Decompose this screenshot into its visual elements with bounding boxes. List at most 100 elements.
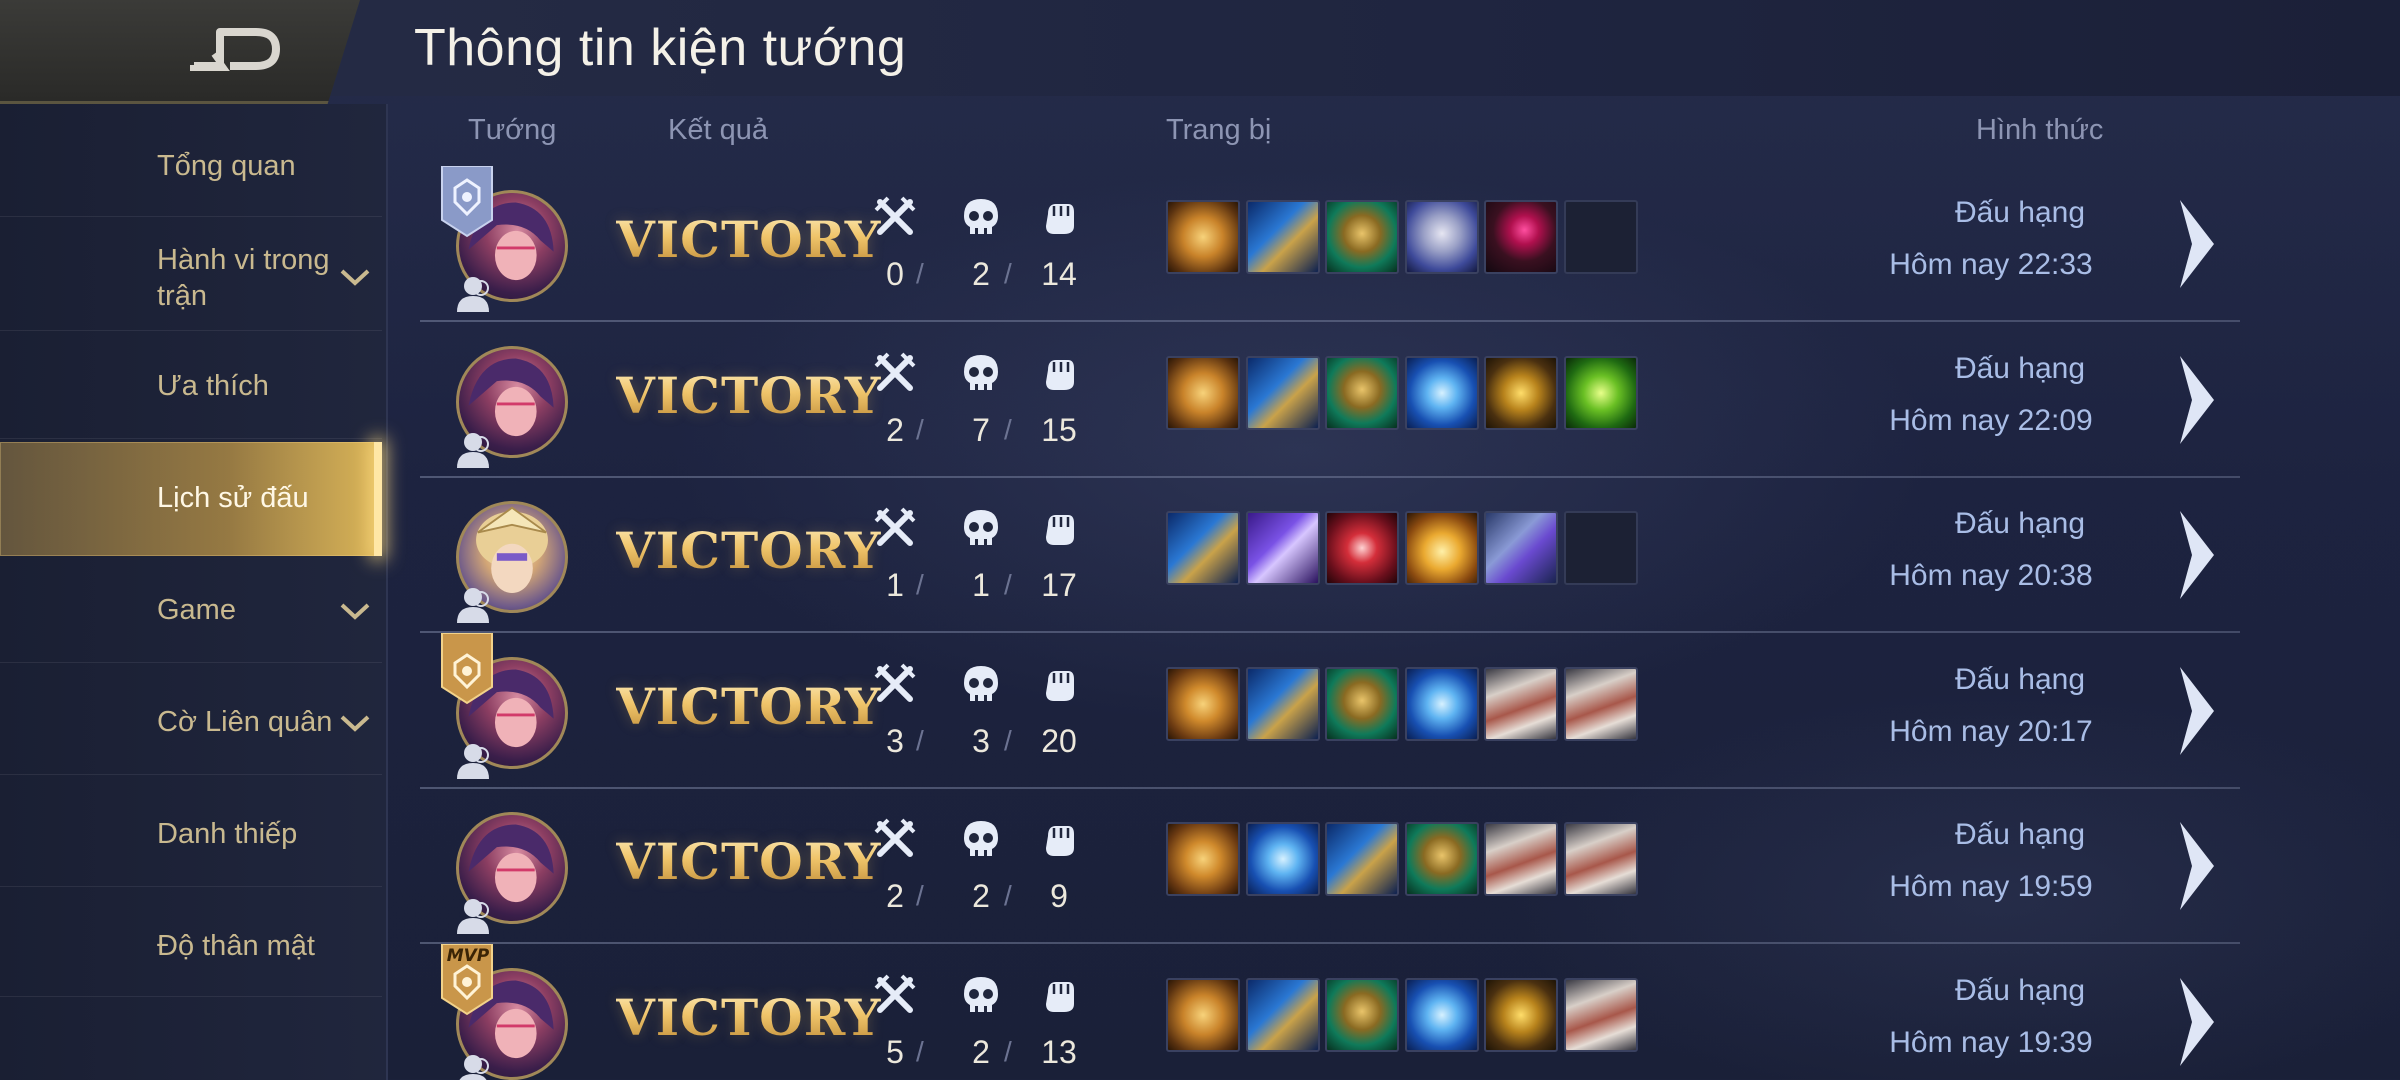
frost-orb-icon[interactable] bbox=[1405, 978, 1479, 1052]
blue-boots-icon[interactable] bbox=[1325, 822, 1399, 896]
column-header-mode: Hình thức bbox=[1976, 114, 2104, 146]
sidebar-divider bbox=[0, 996, 382, 997]
match-result: VICTORY bbox=[616, 988, 882, 1047]
kills-swords-icon bbox=[874, 663, 916, 702]
blue-boots-icon[interactable] bbox=[1246, 978, 1320, 1052]
deaths-skull-icon bbox=[964, 666, 998, 701]
chevron-right-icon[interactable] bbox=[2174, 196, 2218, 292]
assists-value: 15 bbox=[1041, 412, 1077, 448]
deaths-value: 2 bbox=[972, 878, 990, 914]
green-gauntlet-icon[interactable] bbox=[1325, 356, 1399, 430]
assists-fist-icon bbox=[1046, 982, 1074, 1012]
scroll-box-icon[interactable] bbox=[1564, 822, 1638, 896]
silver-armor-icon[interactable] bbox=[1405, 200, 1479, 274]
back-button[interactable] bbox=[0, 0, 360, 104]
party-member-icon bbox=[459, 1055, 489, 1080]
deaths-skull-icon bbox=[964, 355, 998, 390]
match-time: Hôm nay 20:38 bbox=[1889, 559, 2093, 592]
scroll-box-icon[interactable] bbox=[1564, 978, 1638, 1052]
match-row[interactable]: MVP VICTORY 5 / 2 / 13 Đấu hạng Hôm nay … bbox=[420, 944, 2240, 1080]
assists-value: 9 bbox=[1050, 878, 1068, 914]
green-gauntlet-icon[interactable] bbox=[1325, 978, 1399, 1052]
assists-value: 17 bbox=[1041, 567, 1077, 603]
match-row[interactable]: VICTORY 3 / 3 / 20 Đấu hạng Hôm nay 20:1… bbox=[420, 633, 2240, 789]
back-arrow-icon bbox=[190, 28, 280, 71]
blue-boots-icon[interactable] bbox=[1166, 511, 1240, 585]
match-mode: Đấu hạng bbox=[1954, 818, 2086, 851]
blue-boots-icon[interactable] bbox=[1246, 667, 1320, 741]
green-gauntlet-icon[interactable] bbox=[1325, 200, 1399, 274]
blue-boots-icon[interactable] bbox=[1246, 200, 1320, 274]
sidebar-divider bbox=[0, 330, 382, 331]
sidebar-item-game[interactable]: Game bbox=[0, 576, 382, 644]
column-header-result: Kết quả bbox=[668, 114, 768, 146]
ruby-ring-icon[interactable] bbox=[1484, 200, 1558, 274]
kda-separator: / bbox=[916, 569, 924, 600]
sidebar-item-intimacy[interactable]: Độ thân mật bbox=[0, 912, 382, 980]
gold-rune-shield-icon[interactable] bbox=[1166, 356, 1240, 430]
scroll-box-icon[interactable] bbox=[1484, 822, 1558, 896]
assists-fist-icon bbox=[1046, 826, 1074, 856]
deaths-value: 2 bbox=[972, 1034, 990, 1070]
scroll-box-icon[interactable] bbox=[1564, 667, 1638, 741]
sidebar-item-namecard[interactable]: Danh thiếp bbox=[0, 800, 382, 868]
match-mode: Đấu hạng bbox=[1954, 507, 2086, 540]
deaths-value: 1 bbox=[972, 567, 990, 603]
gold-eye-shield-icon[interactable] bbox=[1166, 667, 1240, 741]
green-bow-icon[interactable] bbox=[1564, 356, 1638, 430]
gold-crown-icon[interactable] bbox=[1405, 511, 1479, 585]
sidebar-item-chess[interactable]: Cờ Liên quân bbox=[0, 688, 382, 756]
match-row[interactable]: VICTORY 2 / 7 / 15 Đấu hạng Hôm nay 22:0… bbox=[420, 322, 2240, 478]
sidebar-item-overview[interactable]: Tổng quan bbox=[0, 132, 382, 200]
match-row[interactable]: VICTORY 0 / 2 / 14 Đấu hạng Hôm nay 22:3… bbox=[420, 166, 2240, 322]
kda-separator: / bbox=[916, 258, 924, 289]
purple-tome-icon[interactable] bbox=[1246, 511, 1320, 585]
match-mode: Đấu hạng bbox=[1954, 663, 2086, 696]
gold-rune-shield-icon[interactable] bbox=[1166, 200, 1240, 274]
rank-badge-icon bbox=[441, 166, 493, 238]
deaths-value: 7 bbox=[972, 412, 990, 448]
green-gauntlet-icon[interactable] bbox=[1405, 822, 1479, 896]
match-mode: Đấu hạng bbox=[1954, 352, 2086, 385]
chevron-right-icon[interactable] bbox=[2174, 663, 2218, 759]
match-time: Hôm nay 22:09 bbox=[1889, 404, 2093, 437]
sidebar-item-label: Lịch sử đấu bbox=[157, 482, 309, 514]
sidebar-item-favorites[interactable]: Ưa thích bbox=[0, 352, 382, 420]
column-header-hero: Tướng bbox=[468, 114, 557, 146]
crimson-wand-icon[interactable] bbox=[1325, 511, 1399, 585]
chevron-right-icon[interactable] bbox=[2174, 507, 2218, 603]
kda-separator: / bbox=[916, 880, 924, 911]
match-row[interactable]: VICTORY 2 / 2 / 9 Đấu hạng Hôm nay 19:59 bbox=[420, 788, 2240, 944]
chevron-right-icon[interactable] bbox=[2174, 352, 2218, 448]
kda-separator: / bbox=[1004, 1036, 1012, 1067]
chevron-right-icon[interactable] bbox=[2174, 818, 2218, 914]
deaths-skull-icon bbox=[964, 199, 998, 234]
frost-orb-icon[interactable] bbox=[1405, 667, 1479, 741]
match-row[interactable]: VICTORY 1 / 1 / 17 Đấu hạng Hôm nay 20:3… bbox=[420, 477, 2240, 633]
gold-rune-shield-icon[interactable] bbox=[1166, 978, 1240, 1052]
sidebar-item-behavior[interactable]: Hành vi trong trận bbox=[0, 230, 382, 326]
assists-fist-icon bbox=[1046, 204, 1074, 234]
scroll-box-icon[interactable] bbox=[1484, 667, 1558, 741]
gold-chest-armor-icon[interactable] bbox=[1484, 978, 1558, 1052]
page-title: Thông tin kiện tướng bbox=[414, 19, 907, 77]
blue-boots-icon[interactable] bbox=[1246, 356, 1320, 430]
match-time: Hôm nay 19:59 bbox=[1889, 870, 2093, 903]
sidebar-item-label: Hành vi trong trận bbox=[157, 244, 330, 312]
kda-separator: / bbox=[1004, 725, 1012, 756]
sidebar-item-match-history[interactable]: Lịch sử đấu bbox=[0, 442, 382, 556]
party-member-icon bbox=[457, 277, 489, 312]
gold-eye-shield-icon[interactable] bbox=[1166, 822, 1240, 896]
kda-separator: / bbox=[1004, 569, 1012, 600]
crystal-book-icon[interactable] bbox=[1484, 511, 1558, 585]
green-gauntlet-icon[interactable] bbox=[1325, 667, 1399, 741]
gold-chest-armor-icon[interactable] bbox=[1484, 356, 1558, 430]
frost-orb-icon[interactable] bbox=[1246, 822, 1320, 896]
chevron-down-icon bbox=[340, 603, 370, 620]
kills-swords-icon bbox=[874, 818, 916, 857]
frost-orb-icon[interactable] bbox=[1405, 356, 1479, 430]
chevron-right-icon[interactable] bbox=[2174, 974, 2218, 1070]
deaths-value: 2 bbox=[972, 256, 990, 292]
kills-swords-icon bbox=[874, 974, 916, 1013]
assists-value: 14 bbox=[1041, 256, 1077, 292]
